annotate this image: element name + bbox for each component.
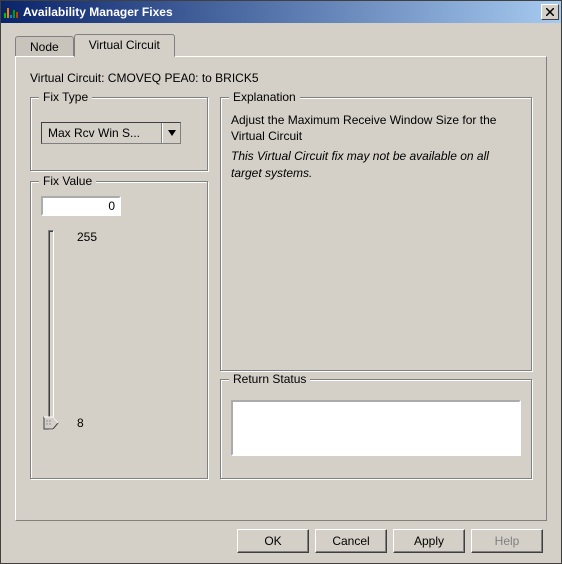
return-status-legend: Return Status (229, 372, 310, 386)
slider-labels: 255 8 (77, 230, 97, 430)
return-status-box (231, 400, 521, 456)
slider-thumb[interactable] (43, 416, 59, 430)
titlebar: Availability Manager Fixes (1, 1, 561, 23)
window-title: Availability Manager Fixes (23, 5, 541, 19)
slider-max-label: 255 (77, 230, 97, 244)
ok-button[interactable]: OK (237, 529, 309, 553)
fix-type-group: Fix Type Max Rcv Win S... (30, 97, 208, 171)
close-icon (546, 8, 554, 16)
fix-value-slider[interactable] (41, 230, 61, 430)
fix-type-dropdown[interactable]: Max Rcv Win S... (41, 122, 181, 144)
virtual-circuit-line: Virtual Circuit: CMOVEQ PEA0: to BRICK5 (30, 71, 532, 85)
slider-groove (48, 230, 54, 430)
tab-node-label: Node (30, 40, 59, 54)
explanation-text-1: Adjust the Maximum Receive Window Size f… (231, 112, 521, 144)
tab-node[interactable]: Node (15, 36, 74, 56)
fix-type-legend: Fix Type (39, 90, 92, 104)
client-area: Node Virtual Circuit Virtual Circuit: CM… (1, 23, 561, 563)
explanation-text-2: This Virtual Circuit fix may not be avai… (231, 148, 521, 180)
explanation-group: Explanation Adjust the Maximum Receive W… (220, 97, 532, 371)
fix-type-selected: Max Rcv Win S... (42, 123, 162, 143)
tab-virtual-circuit-label: Virtual Circuit (89, 38, 160, 52)
explanation-legend: Explanation (229, 90, 300, 104)
slider-min-label: 8 (77, 416, 97, 430)
return-status-group: Return Status (220, 379, 532, 479)
dropdown-button[interactable] (162, 123, 180, 143)
window-frame: Availability Manager Fixes Node Virtual … (0, 0, 562, 564)
chevron-down-icon (168, 130, 176, 136)
close-button[interactable] (541, 4, 559, 20)
help-button[interactable]: Help (471, 529, 543, 553)
fix-value-group: Fix Value (30, 181, 208, 479)
fix-value-input[interactable] (41, 196, 121, 216)
tabstrip: Node Virtual Circuit (15, 34, 547, 57)
app-icon (3, 4, 19, 20)
tab-virtual-circuit[interactable]: Virtual Circuit (74, 34, 175, 57)
apply-button[interactable]: Apply (393, 529, 465, 553)
button-bar: OK Cancel Apply Help (15, 521, 547, 555)
tabpanel-virtual-circuit: Virtual Circuit: CMOVEQ PEA0: to BRICK5 … (15, 56, 547, 521)
fix-value-legend: Fix Value (39, 174, 96, 188)
cancel-button[interactable]: Cancel (315, 529, 387, 553)
